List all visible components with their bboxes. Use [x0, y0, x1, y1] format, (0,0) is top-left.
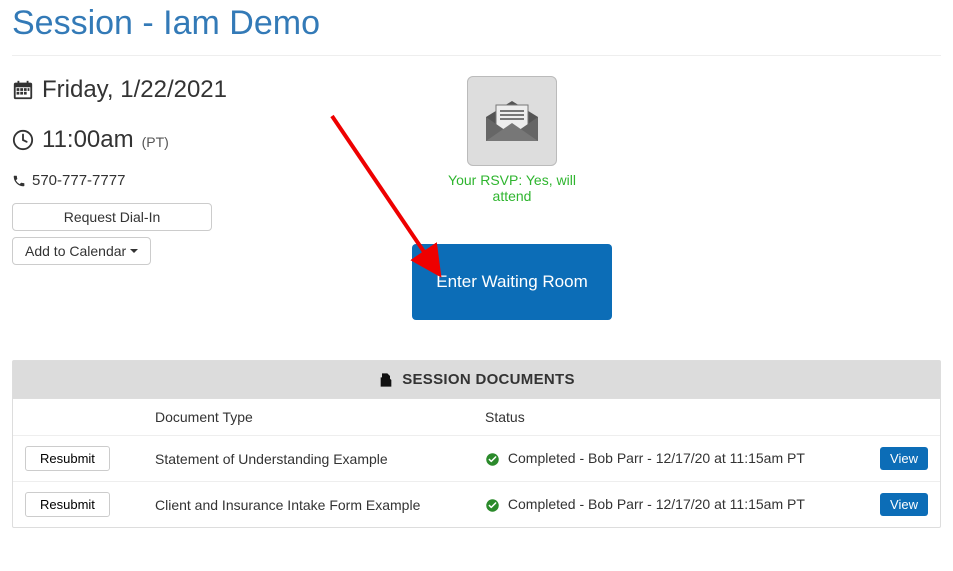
session-documents-panel: SESSION DOCUMENTS Document Type Status R… — [12, 360, 941, 528]
doc-status-cell: Completed - Bob Parr - 12/17/20 at 11:15… — [473, 482, 868, 528]
resubmit-button[interactable]: Resubmit — [25, 446, 110, 471]
calendar-icon — [12, 79, 34, 101]
doc-status-text: Completed - Bob Parr - 12/17/20 at 11:15… — [508, 496, 805, 512]
col-header-type: Document Type — [143, 399, 473, 436]
add-to-calendar-button[interactable]: Add to Calendar — [12, 237, 151, 265]
session-date: Friday, 1/22/2021 — [42, 76, 227, 104]
clock-icon — [12, 129, 34, 151]
table-row: Resubmit Client and Insurance Intake For… — [13, 482, 940, 528]
doc-status-text: Completed - Bob Parr - 12/17/20 at 11:15… — [508, 450, 805, 466]
doc-status-cell: Completed - Bob Parr - 12/17/20 at 11:15… — [473, 436, 868, 482]
view-button[interactable]: View — [880, 447, 928, 470]
table-row: Resubmit Statement of Understanding Exam… — [13, 436, 940, 482]
col-header-action — [13, 399, 143, 436]
session-timezone: (PT) — [142, 134, 169, 150]
enter-waiting-room-button[interactable]: Enter Waiting Room — [412, 244, 612, 320]
documents-icon — [378, 372, 394, 388]
request-dialin-button[interactable]: Request Dial-In — [12, 203, 212, 231]
doc-type-cell: Statement of Understanding Example — [143, 436, 473, 482]
session-time: 11:00am — [42, 126, 134, 154]
rsvp-envelope-icon — [467, 76, 557, 166]
phone-icon — [12, 174, 26, 188]
view-button[interactable]: View — [880, 493, 928, 516]
col-header-status: Status — [473, 399, 868, 436]
chevron-down-icon — [130, 249, 138, 253]
add-to-calendar-label: Add to Calendar — [25, 243, 126, 259]
resubmit-button[interactable]: Resubmit — [25, 492, 110, 517]
check-circle-icon — [485, 498, 500, 513]
session-phone: 570-777-7777 — [32, 172, 125, 189]
rsvp-status-text: Your RSVP: Yes, will attend — [442, 172, 582, 204]
divider — [12, 55, 941, 56]
col-header-view — [868, 399, 940, 436]
check-circle-icon — [485, 452, 500, 467]
page-title: Session - Iam Demo — [12, 4, 941, 43]
session-documents-title: SESSION DOCUMENTS — [402, 371, 575, 388]
doc-type-cell: Client and Insurance Intake Form Example — [143, 482, 473, 528]
